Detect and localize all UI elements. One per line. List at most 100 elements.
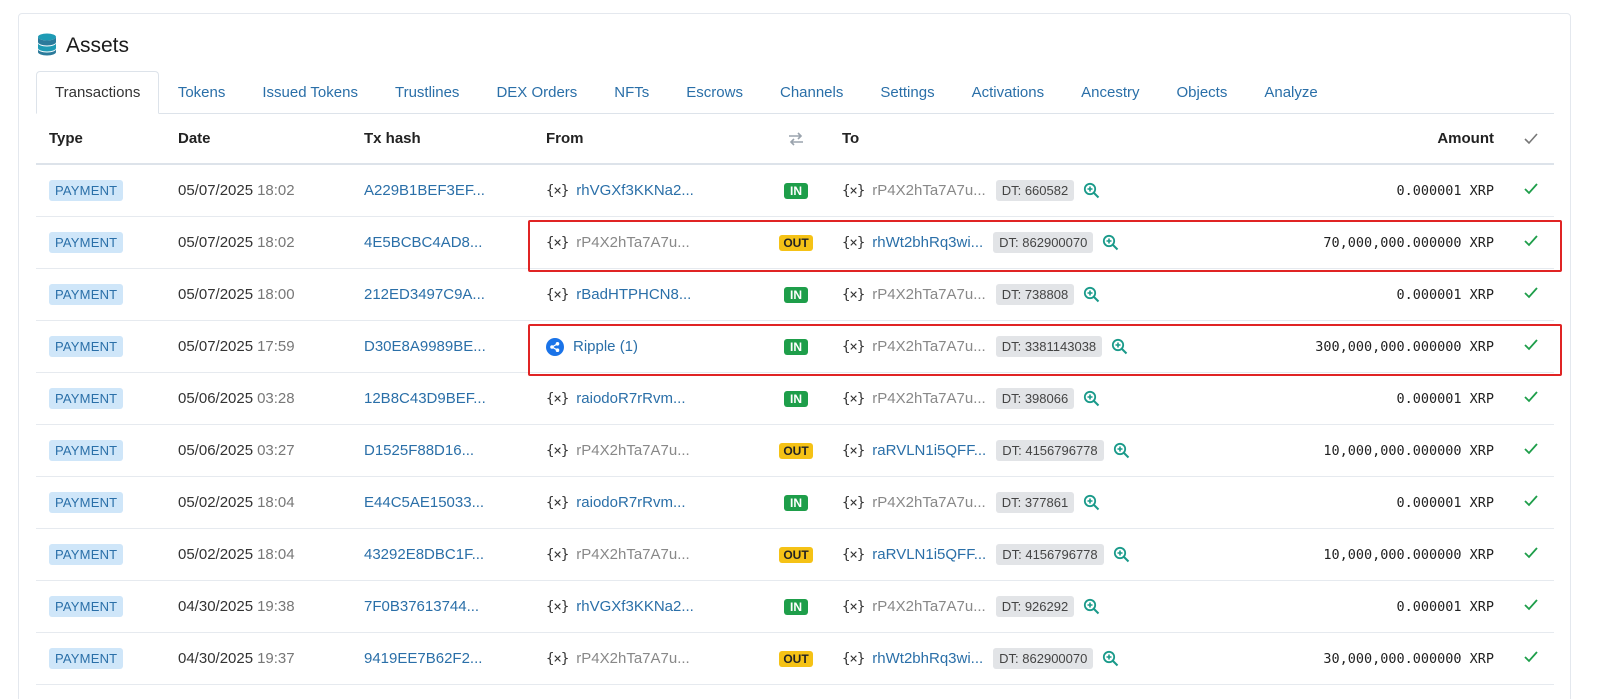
table-row[interactable]: PAYMENT 05/07/2025 18:02 A229B1BEF3EF... {×}… <box>36 165 1554 217</box>
from-address[interactable]: rhVGXf3KKNa2... <box>576 182 694 199</box>
from-address[interactable]: raiodoR7rRvm... <box>576 494 685 511</box>
direction-badge: OUT <box>779 234 813 251</box>
account-icon: {×} <box>546 442 569 459</box>
tx-hash-link[interactable]: 43292E8DBC1F... <box>364 546 484 563</box>
destination-tag-badge: DT: 4156796778 <box>996 440 1104 461</box>
table-row[interactable]: PAYMENT 05/02/2025 18:04 E44C5AE15033... {×}… <box>36 477 1554 529</box>
amount: 30,000,000.000000 XRP <box>1323 650 1494 667</box>
success-check-icon <box>1524 338 1538 355</box>
destination-tag-badge: DT: 862900070 <box>993 232 1094 253</box>
account-icon: {×} <box>842 286 865 303</box>
date: 05/07/2025 <box>178 286 254 303</box>
tx-hash-link[interactable]: D30E8A9989BE... <box>364 338 486 355</box>
account-icon: {×} <box>546 598 569 615</box>
tx-hash-link[interactable]: 12B8C43D9BEF... <box>364 390 486 407</box>
tab-activations[interactable]: Activations <box>953 71 1063 114</box>
col-header-type[interactable]: Type <box>49 114 83 163</box>
page-title: Assets <box>66 34 130 57</box>
time: 18:02 <box>257 234 295 251</box>
tx-hash-link[interactable]: A229B1BEF3EF... <box>364 182 485 199</box>
table-row[interactable]: PAYMENT 05/02/2025 18:04 43292E8DBC1F... {×}… <box>36 529 1554 581</box>
tx-hash-link[interactable]: 212ED3497C9A... <box>364 286 485 303</box>
from-address[interactable]: rBadHTPHCN8... <box>576 286 691 303</box>
to-address: rP4X2hTa7A7u... <box>872 286 986 303</box>
col-header-to[interactable]: To <box>842 114 859 163</box>
from-address[interactable]: rhVGXf3KKNa2... <box>576 598 694 615</box>
amount: 0.000001 XRP <box>1396 182 1494 199</box>
type-badge: PAYMENT <box>49 544 124 565</box>
from-address: rP4X2hTa7A7u... <box>576 234 690 251</box>
zoom-in-icon[interactable] <box>1113 442 1130 459</box>
date: 04/30/2025 <box>178 650 254 667</box>
destination-tag-badge: DT: 660582 <box>995 180 1075 201</box>
type-badge: PAYMENT <box>49 648 124 669</box>
time: 03:27 <box>257 442 295 459</box>
table-row[interactable]: PAYMENT 04/30/2025 19:37 9419EE7B62F2... {×}… <box>36 633 1554 685</box>
tab-tokens[interactable]: Tokens <box>159 71 244 114</box>
account-icon: {×} <box>546 650 569 667</box>
tx-hash-link[interactable]: E44C5AE15033... <box>364 494 484 511</box>
success-check-icon <box>1524 598 1538 615</box>
direction-badge: OUT <box>779 442 813 459</box>
tx-hash-link[interactable]: 4E5BCBC4AD8... <box>364 234 482 251</box>
table-row[interactable]: PAYMENT 04/30/2025 19:38 7F0B37613744... {×}… <box>36 581 1554 633</box>
table-row[interactable]: PAYMENT 05/06/2025 03:27 D1525F88D16... {×} r… <box>36 425 1554 477</box>
col-header-date[interactable]: Date <box>178 114 211 163</box>
success-check-icon <box>1524 442 1538 459</box>
time: 19:38 <box>257 598 295 615</box>
date: 04/30/2025 <box>178 598 254 615</box>
destination-tag-badge: DT: 398066 <box>995 388 1075 409</box>
col-header-from[interactable]: From <box>546 114 584 163</box>
from-address[interactable]: Ripple (1) <box>573 338 638 355</box>
to-address[interactable]: rhWt2bhRq3wi... <box>872 650 983 667</box>
table-row[interactable]: PAYMENT 05/07/2025 17:59 D30E8A9989BE... Rip… <box>36 321 1554 373</box>
zoom-in-icon[interactable] <box>1113 546 1130 563</box>
tx-hash-link[interactable]: D1525F88D16... <box>364 442 474 459</box>
tab-nfts[interactable]: NFTs <box>596 71 668 114</box>
table-row[interactable]: PAYMENT 05/07/2025 18:00 212ED3497C9A... {×}… <box>36 269 1554 321</box>
zoom-in-icon[interactable] <box>1102 234 1119 251</box>
direction-badge: IN <box>784 494 808 511</box>
zoom-in-icon[interactable] <box>1083 494 1100 511</box>
tx-hash-link[interactable]: 9419EE7B62F2... <box>364 650 482 667</box>
type-badge: PAYMENT <box>49 336 124 357</box>
tab-analyze[interactable]: Analyze <box>1246 71 1336 114</box>
tab-channels[interactable]: Channels <box>761 71 861 114</box>
tab-ancestry[interactable]: Ancestry <box>1063 71 1158 114</box>
zoom-in-icon[interactable] <box>1083 286 1100 303</box>
zoom-in-icon[interactable] <box>1083 390 1100 407</box>
destination-tag-badge: DT: 377861 <box>995 492 1075 513</box>
tab-dex-orders[interactable]: DEX Orders <box>478 71 596 114</box>
card-header: Assets <box>36 32 129 60</box>
tab-transactions[interactable]: Transactions <box>36 71 160 114</box>
tab-issued-tokens[interactable]: Issued Tokens <box>244 71 377 114</box>
success-check-icon <box>1524 234 1538 251</box>
tab-settings[interactable]: Settings <box>862 71 953 114</box>
time: 03:28 <box>257 390 295 407</box>
account-icon: {×} <box>842 390 865 407</box>
table-row[interactable]: PAYMENT 05/07/2025 18:02 4E5BCBC4AD8... {×} r… <box>36 217 1554 269</box>
from-address[interactable]: raiodoR7rRvm... <box>576 390 685 407</box>
tab-escrows[interactable]: Escrows <box>668 71 762 114</box>
direction-badge: IN <box>784 390 808 407</box>
zoom-in-icon[interactable] <box>1102 650 1119 667</box>
col-header-amount[interactable]: Amount <box>1437 114 1494 163</box>
account-icon: {×} <box>842 182 865 199</box>
col-header-hash[interactable]: Tx hash <box>364 114 421 163</box>
zoom-in-icon[interactable] <box>1111 338 1128 355</box>
tab-trustlines[interactable]: Trustlines <box>376 71 477 114</box>
tab-objects[interactable]: Objects <box>1158 71 1246 114</box>
destination-tag-badge: DT: 738808 <box>995 284 1075 305</box>
swap-arrows-icon[interactable] <box>774 114 818 163</box>
time: 18:04 <box>257 494 295 511</box>
to-address[interactable]: raRVLN1i5QFF... <box>872 546 986 563</box>
to-address[interactable]: rhWt2bhRq3wi... <box>872 234 983 251</box>
date: 05/06/2025 <box>178 390 254 407</box>
to-address[interactable]: raRVLN1i5QFF... <box>872 442 986 459</box>
tx-hash-link[interactable]: 7F0B37613744... <box>364 598 479 615</box>
type-badge: PAYMENT <box>49 388 124 409</box>
zoom-in-icon[interactable] <box>1083 598 1100 615</box>
table-row[interactable]: PAYMENT 05/06/2025 03:28 12B8C43D9BEF... {×}… <box>36 373 1554 425</box>
destination-tag-badge: DT: 3381143038 <box>995 336 1103 357</box>
zoom-in-icon[interactable] <box>1083 182 1100 199</box>
